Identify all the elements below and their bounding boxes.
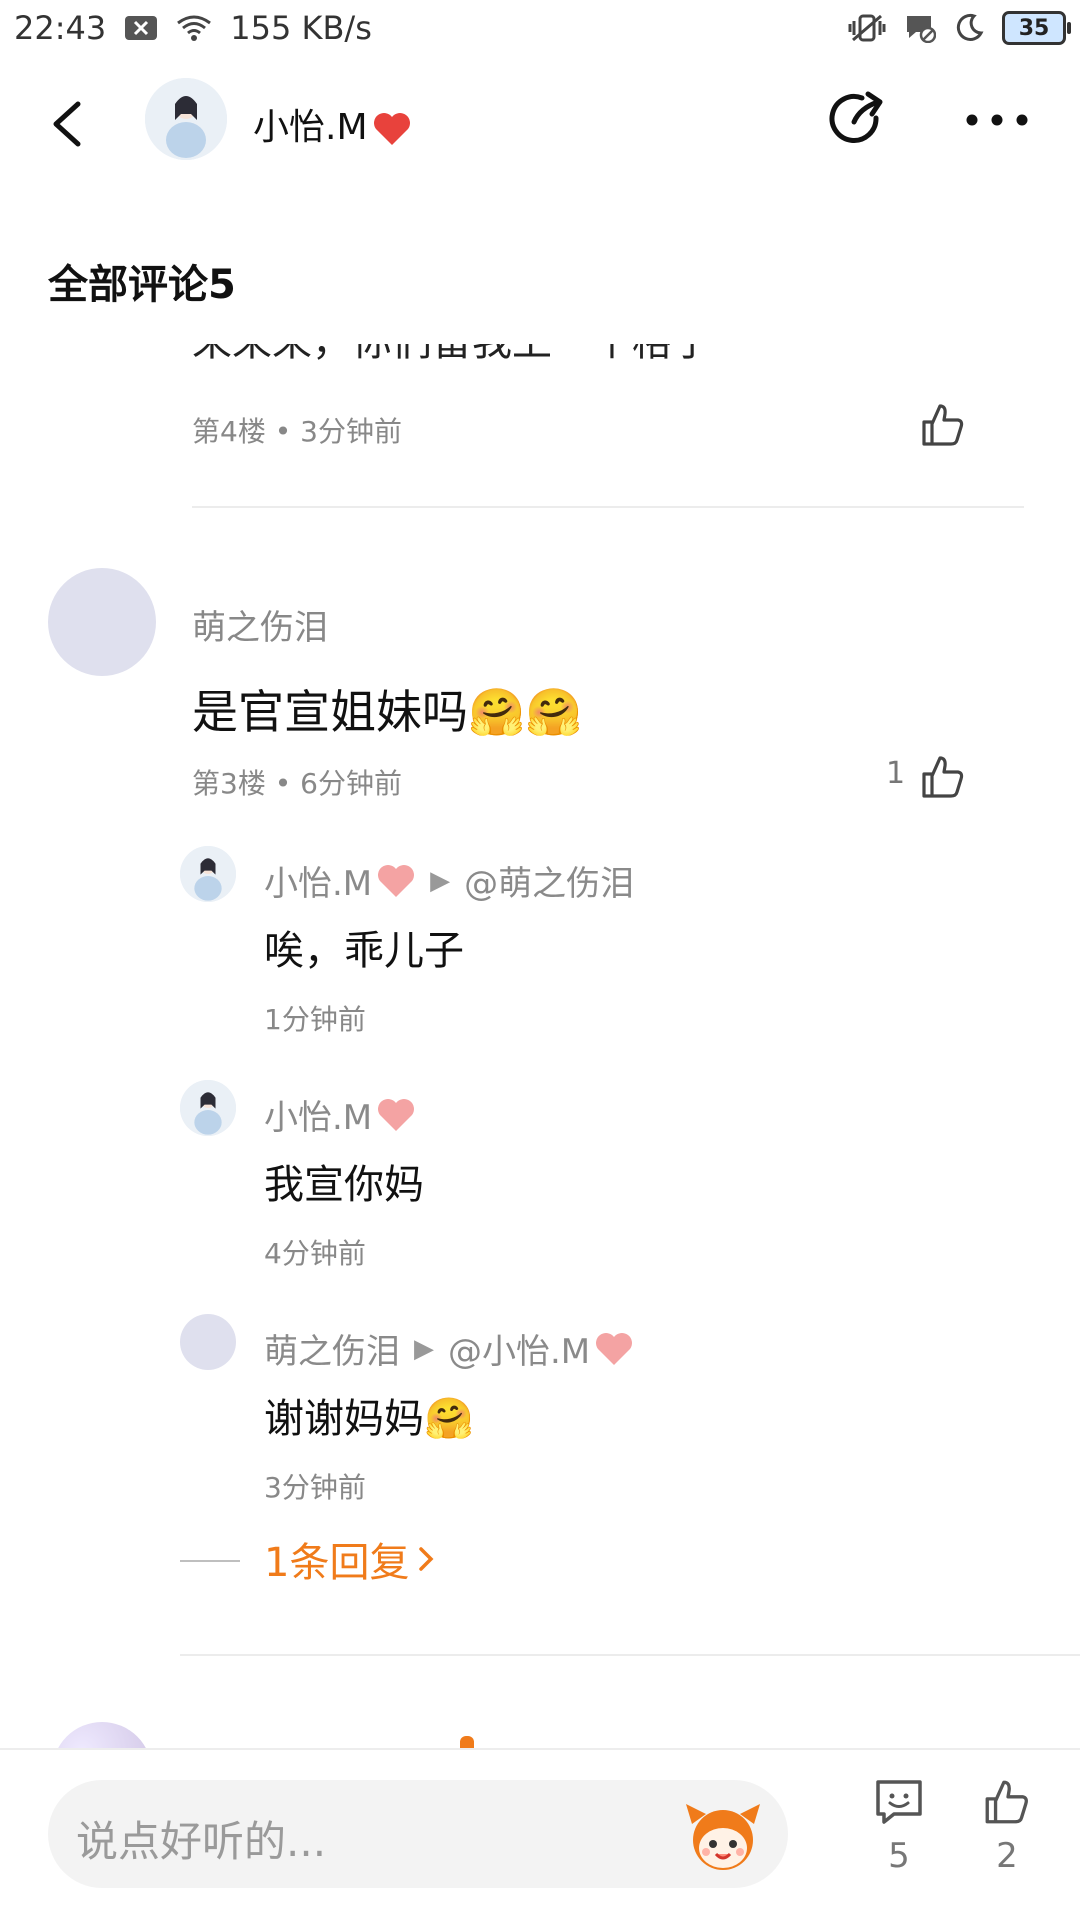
reply-author[interactable]: 萌之伤泪 bbox=[264, 1324, 400, 1373]
reply-target[interactable]: @萌之伤泪 bbox=[464, 856, 634, 905]
reply-arrow-icon: ▶ bbox=[430, 865, 451, 896]
avatar-girl-icon bbox=[145, 78, 227, 160]
reply-target[interactable]: @小怡.M bbox=[448, 1324, 590, 1373]
red-heart-icon bbox=[373, 113, 410, 145]
all-comments-title: 全部评论5 bbox=[48, 262, 236, 308]
comment-text-clipped: 来来来，你们留我上一个格子 bbox=[192, 344, 812, 370]
like-count-total: 2 bbox=[996, 1836, 1018, 1876]
like-count: 1 bbox=[886, 756, 906, 791]
next-commenter-badge bbox=[460, 1736, 474, 1748]
author-name[interactable]: 小怡.M bbox=[253, 98, 412, 150]
pink-heart-icon bbox=[378, 1098, 415, 1131]
more-dots-icon bbox=[966, 114, 1028, 126]
reply-time: 4分钟前 bbox=[264, 1237, 366, 1270]
comment-text-clipped-inner: 来来来，你们留我上一个格子 bbox=[192, 344, 812, 362]
reply-time: 1分钟前 bbox=[264, 1003, 366, 1036]
comments-button[interactable]: 5 bbox=[864, 1776, 934, 1876]
comment-floor-time: 第3楼 • 6分钟前 bbox=[192, 767, 402, 800]
more-button[interactable] bbox=[962, 102, 1032, 138]
bottom-bar: 说点好听的... 5 2 bbox=[0, 1748, 1080, 1922]
share-button[interactable] bbox=[824, 88, 888, 152]
header: 小怡.M bbox=[0, 64, 1080, 174]
reply-header: 萌之伤泪 ▶ @小怡.M bbox=[264, 1324, 634, 1373]
pink-heart-icon bbox=[596, 1332, 633, 1365]
avatar-girl-icon bbox=[180, 846, 236, 902]
like-post-button[interactable]: 2 bbox=[972, 1776, 1042, 1876]
comment-bubble-icon bbox=[876, 1780, 922, 1824]
do-not-disturb-moon-icon bbox=[954, 13, 984, 43]
reply-header: 小怡.M bbox=[264, 1090, 416, 1139]
reply-avatar[interactable] bbox=[180, 1080, 236, 1136]
message-blocked-icon bbox=[904, 13, 936, 43]
reply-arrow-icon: ▶ bbox=[414, 1333, 434, 1364]
status-bar: 22:43 155 KB/s 35 bbox=[0, 0, 1080, 56]
vibrate-icon bbox=[848, 13, 886, 43]
reply-author[interactable]: 小怡.M bbox=[264, 856, 372, 905]
comment-text: 是官宣姐妹吗🤗🤗 bbox=[192, 685, 583, 739]
comment-input-placeholder: 说点好听的... bbox=[76, 1817, 327, 1866]
commenter-avatar[interactable] bbox=[48, 568, 156, 676]
reply-text: 我宣你妈 bbox=[264, 1162, 424, 1208]
reply-avatar[interactable] bbox=[180, 1314, 236, 1370]
status-bar-left: 22:43 155 KB/s bbox=[14, 9, 372, 47]
reply-author[interactable]: 小怡.M bbox=[264, 1090, 372, 1139]
pink-heart-icon bbox=[378, 864, 415, 897]
comment-count: 5 bbox=[888, 1836, 910, 1876]
chevron-right-icon bbox=[419, 1547, 434, 1571]
reply-text: 谢谢妈妈🤗 bbox=[264, 1396, 474, 1442]
like-button[interactable] bbox=[918, 400, 968, 450]
battery-indicator: 35 bbox=[1002, 11, 1071, 45]
like-button[interactable] bbox=[918, 752, 968, 802]
status-bar-right: 35 bbox=[848, 11, 1071, 45]
more-replies-label: 1条回复 bbox=[264, 1540, 410, 1586]
avatar-girl-icon bbox=[180, 1080, 236, 1136]
thumbs-up-icon bbox=[922, 756, 964, 798]
thumbs-up-icon bbox=[985, 1780, 1028, 1824]
reply-avatar[interactable] bbox=[180, 846, 236, 902]
back-button[interactable] bbox=[40, 94, 100, 154]
comment-floor-time: 第4楼 • 3分钟前 bbox=[192, 415, 402, 448]
network-speed: 155 KB/s bbox=[230, 9, 372, 47]
commenter-name[interactable]: 萌之伤泪 bbox=[192, 600, 328, 649]
comment-input[interactable]: 说点好听的... bbox=[48, 1780, 788, 1888]
reply-time: 3分钟前 bbox=[264, 1471, 366, 1504]
wifi-icon bbox=[176, 14, 212, 42]
back-arrow-icon bbox=[53, 101, 81, 147]
thumbs-up-icon bbox=[922, 404, 964, 446]
notification-icon bbox=[124, 15, 158, 41]
more-replies-link[interactable]: 1条回复 bbox=[264, 1530, 439, 1588]
share-icon bbox=[829, 91, 883, 143]
reply-header: 小怡.M ▶ @萌之伤泪 bbox=[264, 856, 634, 905]
divider bbox=[180, 1654, 1080, 1656]
author-avatar[interactable] bbox=[145, 78, 227, 160]
more-replies-line bbox=[180, 1560, 240, 1562]
divider bbox=[192, 506, 1024, 508]
emoji-mascot-icon[interactable] bbox=[682, 1794, 764, 1876]
author-name-text: 小怡.M bbox=[253, 107, 368, 148]
reply-text: 唉，乖儿子 bbox=[264, 928, 464, 974]
clock: 22:43 bbox=[14, 9, 107, 47]
